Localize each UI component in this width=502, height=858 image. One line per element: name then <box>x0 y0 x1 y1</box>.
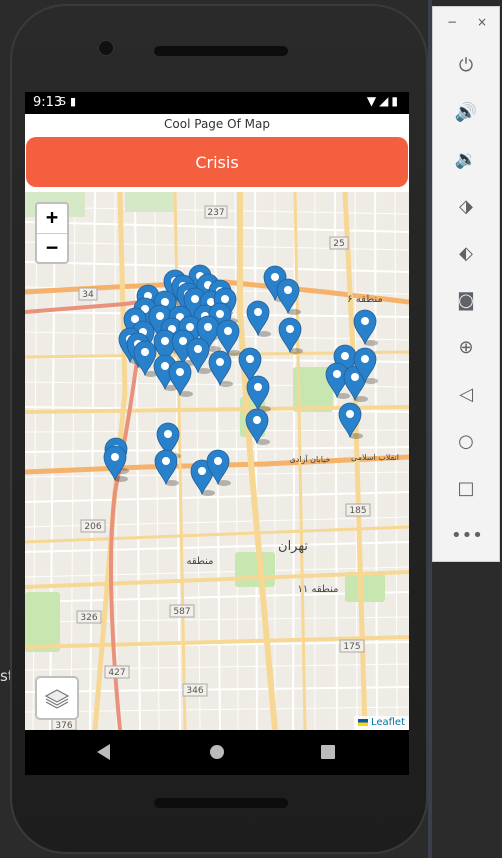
map-tiles: 237 25 34 185 206 587 326 175 427 346 37… <box>25 192 409 730</box>
status-bar: 9:13 S▮ ▼◢▮ <box>25 92 409 114</box>
zoom-control: + − <box>35 202 69 264</box>
ukraine-flag-icon <box>357 718 368 726</box>
back-icon[interactable]: ◁ <box>451 380 481 410</box>
leaflet-link[interactable]: Leaflet <box>371 717 405 728</box>
minimize-button[interactable]: − <box>447 15 457 29</box>
system-icons: ▼◢▮ <box>367 94 401 108</box>
volume-up-icon[interactable]: 🔊 <box>451 98 481 128</box>
road-label-427: 427 <box>108 668 125 678</box>
top-speaker <box>154 46 288 56</box>
layers-button[interactable] <box>35 676 79 720</box>
zoom-icon[interactable]: ⊕ <box>451 333 481 363</box>
front-camera <box>98 40 114 56</box>
road-label-587: 587 <box>173 607 190 617</box>
road-label-376: 376 <box>55 721 72 730</box>
enghelab-street-label: انقلاب اسلامی <box>351 453 399 462</box>
rotate-left-icon[interactable]: ⬗ <box>451 192 481 222</box>
road-label-346: 346 <box>186 686 203 696</box>
road-label-237: 237 <box>207 208 224 218</box>
map-attribution[interactable]: Leaflet <box>353 716 409 730</box>
district-6-label: منطقه ۶ <box>347 294 383 305</box>
emulator-toolbar: − × ⏻ 🔊 🔉 ⬗ ⬖ ◙ ⊕ ◁ ○ □ ••• <box>432 6 500 562</box>
close-button[interactable]: × <box>477 15 487 29</box>
overview-icon[interactable]: □ <box>451 474 481 504</box>
battery-icon: ▮ <box>391 94 401 108</box>
zoom-in-button[interactable]: + <box>37 204 67 234</box>
camera-icon[interactable]: ◙ <box>451 286 481 316</box>
more-icon[interactable]: ••• <box>451 521 483 551</box>
notification-icon: S <box>59 95 70 108</box>
sd-card-icon: ▮ <box>69 95 81 108</box>
nav-recents-icon[interactable] <box>321 745 335 759</box>
home-icon[interactable]: ○ <box>451 427 481 457</box>
navigation-bar <box>25 730 409 775</box>
district-label: منطقه <box>187 556 214 567</box>
toolbar-window-controls: − × <box>433 15 499 35</box>
nav-back-icon[interactable] <box>97 744 110 760</box>
bottom-speaker <box>154 798 288 808</box>
volume-down-icon[interactable]: 🔉 <box>451 145 481 175</box>
tehran-label: تهران <box>278 539 308 554</box>
wifi-icon: ▼ <box>366 94 380 108</box>
road-label-25: 25 <box>333 239 344 249</box>
layers-icon <box>44 689 70 709</box>
nav-home-icon[interactable] <box>210 745 224 759</box>
rotate-right-icon[interactable]: ⬖ <box>451 239 481 269</box>
road-label-34: 34 <box>82 290 94 300</box>
app-title: Cool Page Of Map <box>164 117 270 131</box>
azadi-street-label: خیابان آزادی <box>289 454 330 464</box>
road-label-206: 206 <box>84 522 101 532</box>
map-view[interactable]: 237 25 34 185 206 587 326 175 427 346 37… <box>25 192 409 730</box>
device-screen: 9:13 S▮ ▼◢▮ Cool Page Of Map Crisis 237 … <box>25 92 409 775</box>
notification-icons: S▮ <box>59 95 80 108</box>
zoom-out-button[interactable]: − <box>37 234 67 263</box>
district-11-label: منطقه ۱۱ <box>298 584 339 595</box>
road-label-185: 185 <box>349 506 366 516</box>
power-icon[interactable]: ⏻ <box>451 51 481 81</box>
status-time: 9:13 <box>33 95 63 110</box>
signal-icon: ◢ <box>379 94 392 108</box>
road-label-175: 175 <box>343 642 360 652</box>
road-label-326: 326 <box>80 613 97 623</box>
crisis-button[interactable]: Crisis <box>26 137 408 187</box>
